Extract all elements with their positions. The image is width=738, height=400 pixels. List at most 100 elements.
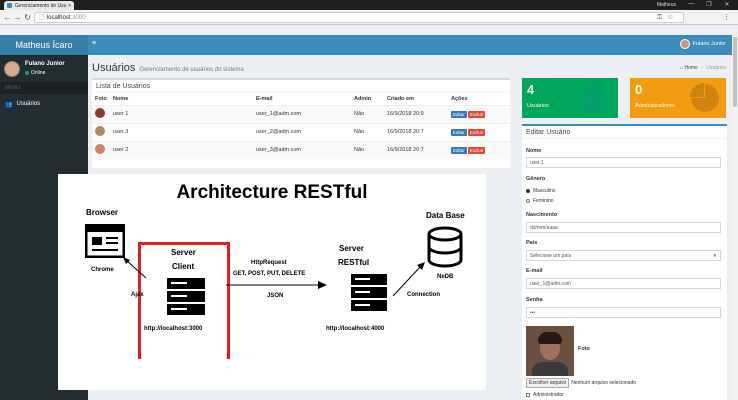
gender-female-radio[interactable]: Feminino: [526, 198, 554, 204]
minimize-icon[interactable]: —: [686, 1, 696, 7]
admin-checkbox-label: Administrador: [533, 392, 564, 398]
page-scrollbar[interactable]: [732, 35, 738, 400]
delete-button[interactable]: Excluir: [467, 110, 486, 118]
user-email: user_1@adm.com: [253, 104, 351, 123]
address-bar[interactable]: 🗋 localhost:3000: [34, 12, 684, 23]
user-admin: Não: [351, 122, 384, 141]
breadcrumb-home[interactable]: Home: [684, 65, 697, 71]
checkbox-icon: [526, 393, 530, 397]
app-logo[interactable]: Matheus Ícaro: [0, 35, 88, 55]
admins-count-box: 0 Administradores: [630, 78, 726, 118]
menu-toggle-icon[interactable]: ≡: [92, 40, 96, 47]
delete-button[interactable]: Excluir: [467, 128, 486, 136]
window-user-label: Matheus: [656, 2, 676, 8]
birth-date-field[interactable]: dd/mm/aaaa: [526, 222, 721, 233]
page-title: Usuários Gerenciamento de usuários do sis…: [92, 62, 244, 74]
tab-title: Gerenciamento de Usuá...: [15, 2, 67, 9]
gender-male-radio[interactable]: Masculino: [526, 188, 556, 194]
request-arrow: [226, 281, 327, 289]
birth-label: Nascimento: [526, 212, 558, 218]
table-row: user 2 user_3@adm.com Não 16/9/2018 20:7…: [92, 140, 510, 159]
user-plus-icon: 👤: [577, 82, 612, 113]
close-window-icon[interactable]: ✕: [722, 1, 732, 8]
server-client-label-2: Client: [172, 262, 195, 271]
user-name: user 1: [110, 104, 253, 123]
client-url-prefix: http://: [144, 326, 161, 332]
browser-tab[interactable]: Gerenciamento de Usuá... ×: [4, 1, 74, 10]
client-url: http://localhost:3000: [144, 326, 202, 332]
scrollbar-thumb[interactable]: [733, 37, 737, 107]
photo-label: Foto: [578, 346, 590, 352]
choose-file-button[interactable]: Escolher arquivo: [526, 378, 570, 388]
browser-titlebar: Gerenciamento de Usuá... × Matheus — ❐ ✕: [0, 0, 738, 10]
edit-button[interactable]: Editar: [451, 146, 467, 154]
page-subtitle: Gerenciamento de usuários do sistema: [139, 67, 244, 73]
server-restful-label-1: Server: [339, 244, 364, 253]
edit-user-title: Editar Usuário: [522, 126, 727, 139]
email-label: E-mail: [526, 268, 543, 274]
browser-window-icon: [85, 224, 125, 258]
user-created: 16/9/2018 20:7: [384, 140, 448, 159]
breadcrumb-separator: ›: [701, 65, 703, 71]
tab-close-icon[interactable]: ×: [68, 3, 71, 9]
key-icon[interactable]: ⚿: [655, 13, 664, 22]
delete-button[interactable]: Excluir: [467, 146, 486, 154]
http-methods-label: GET, POST, PUT, DELETE: [233, 271, 306, 277]
name-field[interactable]: user 1: [526, 157, 721, 168]
bookmark-star-icon[interactable]: ☆: [666, 13, 675, 22]
page-icon: 🗋: [39, 14, 44, 21]
browser-toolbar: ← → ↻ 🗋 localhost:3000 ⚿ ☆ ⋮: [0, 10, 738, 25]
sidebar-avatar: [4, 61, 20, 77]
sidebar-item-usuarios[interactable]: 👥 Usuários: [0, 98, 88, 110]
caret-down-icon: ▾: [713, 253, 716, 259]
user-avatar: [95, 108, 105, 118]
reload-icon[interactable]: ↻: [23, 13, 32, 22]
country-select[interactable]: Selecione um país ▾: [526, 250, 721, 261]
edit-button[interactable]: Editar: [451, 128, 467, 136]
edit-user-box: Editar Usuário Nome user 1 Gênero Mascul…: [522, 124, 727, 400]
favicon-icon: [7, 3, 12, 8]
http-request-label: HttpRequest: [251, 260, 287, 266]
breadcrumb-current: Usuários: [706, 65, 726, 71]
email-field[interactable]: user_1@adm.com: [526, 278, 721, 289]
users-list-title: Lista de Usuários: [92, 80, 510, 93]
user-name: user 2: [110, 140, 253, 159]
col-foto: Foto: [92, 93, 110, 106]
users-table: Foto Nome E-mail Admin Criado em Ações u…: [92, 93, 510, 159]
gender-female-label: Feminino: [533, 198, 554, 204]
browser-menu-icon[interactable]: ⋮: [722, 13, 731, 22]
back-icon[interactable]: ←: [3, 13, 12, 22]
edit-button[interactable]: Editar: [451, 110, 467, 118]
app-navbar: ≡ Fulano Junior: [88, 35, 738, 55]
country-label: País: [526, 240, 538, 246]
navbar-user-menu[interactable]: Fulano Junior: [679, 39, 726, 49]
pie-chart-icon: [690, 83, 719, 112]
user-photo: [526, 326, 574, 376]
user-admin: Não: [351, 104, 384, 123]
admin-checkbox[interactable]: Administrador: [526, 392, 564, 398]
col-criado: Criado em: [384, 93, 448, 106]
table-row: user 1 user_1@adm.com Não 16/9/2018 20:9…: [92, 104, 510, 123]
sidebar-item-label: Usuários: [16, 101, 41, 107]
col-email: E-mail: [253, 93, 351, 106]
user-created: 16/9/2018 20:9: [384, 104, 448, 123]
user-email: user_3@adm.com: [253, 140, 351, 159]
server-client-icon: [167, 278, 205, 315]
browser-label: Browser: [86, 208, 119, 217]
password-field[interactable]: •••: [526, 307, 721, 318]
architecture-title: Architecture RESTful: [176, 182, 368, 203]
online-dot-icon: [25, 71, 29, 75]
sidebar-user-name: Fulano Junior: [25, 61, 65, 67]
sidebar-user-panel: Fulano Junior Online: [4, 61, 65, 77]
navbar-user-name: Fulano Junior: [692, 41, 726, 47]
users-count: 4: [527, 82, 535, 97]
home-icon: ⌂: [680, 65, 684, 71]
password-label: Senha: [526, 297, 543, 303]
menu-header: MENU: [0, 82, 88, 94]
forward-icon[interactable]: →: [13, 13, 22, 22]
json-label: JSON: [267, 293, 284, 299]
country-select-value: Selecione um país: [530, 253, 572, 259]
maximize-icon[interactable]: ❐: [704, 1, 714, 8]
name-label: Nome: [526, 148, 542, 154]
page-title-text: Usuários: [92, 62, 136, 74]
